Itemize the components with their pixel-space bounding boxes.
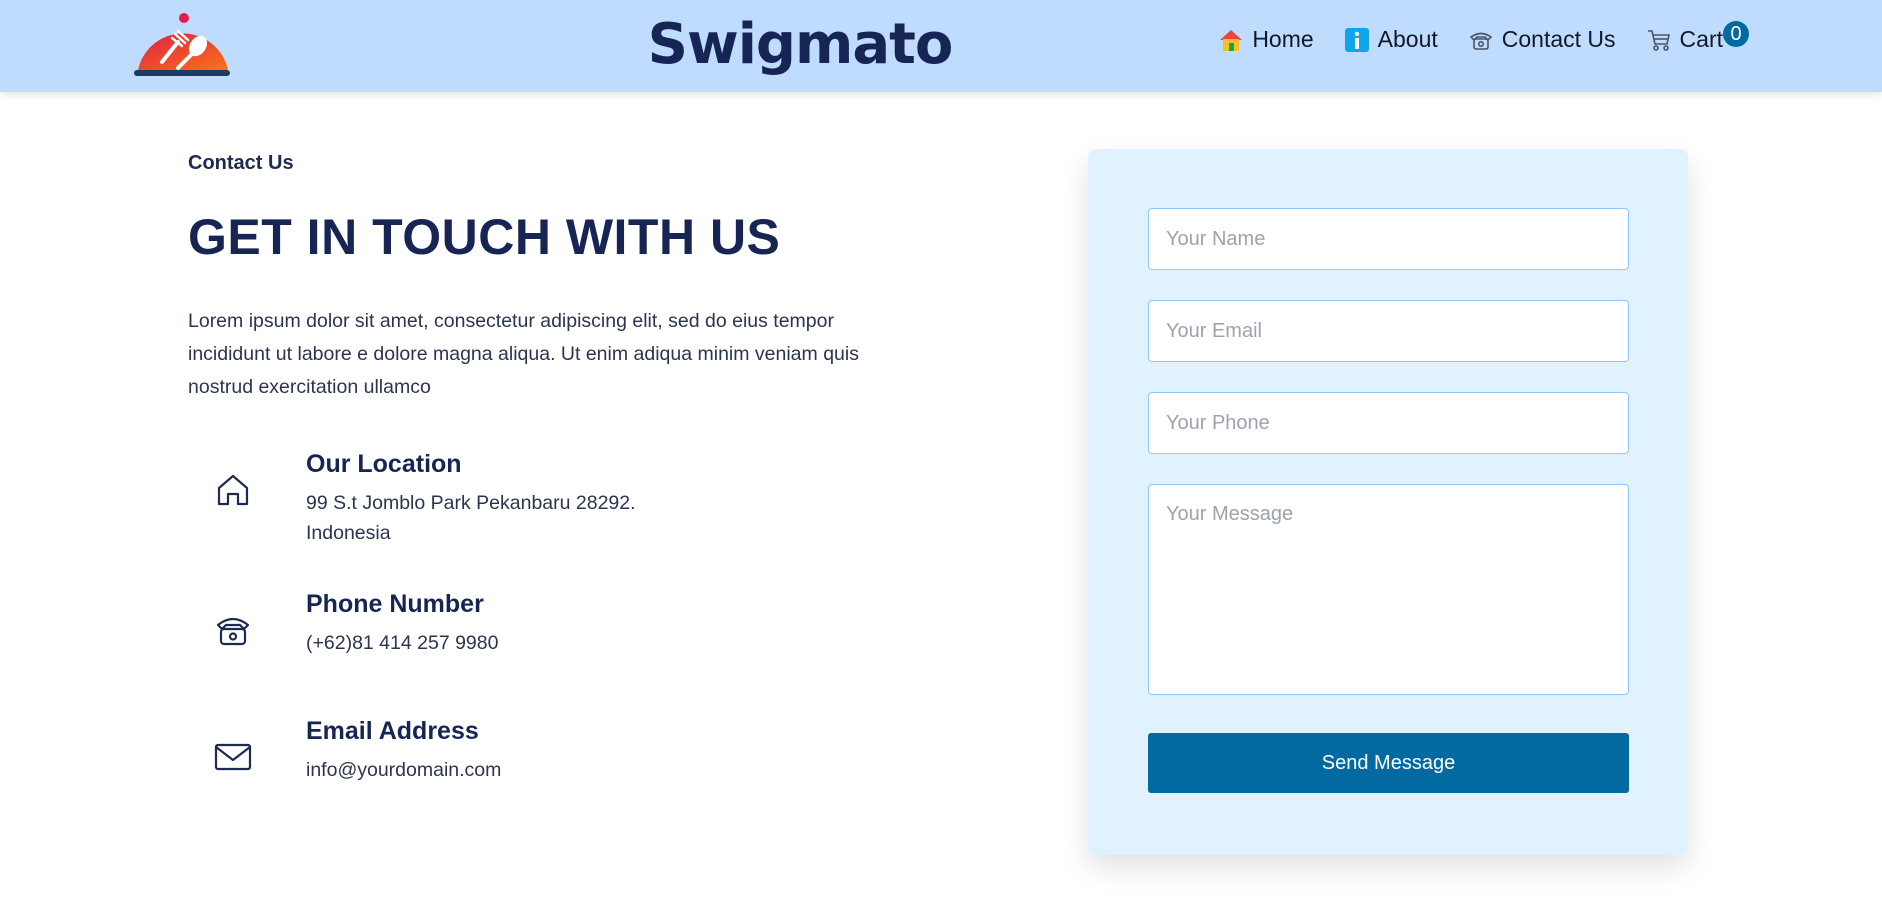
page-title: GET IN TOUCH WITH US — [188, 209, 781, 265]
telephone-icon — [216, 617, 250, 646]
nav-about[interactable]: About — [1344, 26, 1438, 53]
name-input[interactable] — [1148, 208, 1629, 270]
navbar: Swigmato Home About Contact Us Cart 0 — [0, 0, 1882, 92]
phone-title: Phone Number — [306, 590, 484, 618]
contact-form: Send Message — [1088, 149, 1688, 855]
nav-home[interactable]: Home — [1218, 26, 1314, 53]
address-line-1: 99 S.t Jomblo Park Pekanbaru 28292. — [306, 492, 636, 514]
email-input[interactable] — [1148, 300, 1629, 362]
nav-cart-label: Cart — [1679, 26, 1723, 52]
message-textarea[interactable] — [1148, 484, 1629, 695]
home-icon — [1220, 29, 1243, 51]
address-line-2: Indonesia — [306, 522, 391, 544]
house-icon — [217, 474, 249, 506]
location-address: 99 S.t Jomblo Park Pekanbaru 28292. Indo… — [306, 488, 636, 548]
nav-contact[interactable]: Contact Us — [1468, 26, 1616, 53]
envelope-icon — [214, 743, 252, 771]
section-eyebrow: Contact Us — [188, 152, 294, 174]
phone-value: (+62)81 414 257 9980 — [306, 632, 499, 654]
info-icon — [1344, 27, 1369, 52]
nav-about-label: About — [1377, 26, 1438, 52]
send-message-button[interactable]: Send Message — [1148, 733, 1629, 793]
shopping-cart-icon — [1647, 29, 1670, 51]
telephone-icon — [1469, 32, 1493, 50]
main-nav: Home About Contact Us Cart 0 — [1218, 21, 1749, 53]
phone-input[interactable] — [1148, 392, 1629, 454]
nav-cart[interactable]: Cart 0 — [1646, 21, 1749, 53]
cart-count-badge: 0 — [1723, 21, 1749, 47]
nav-contact-label: Contact Us — [1501, 26, 1616, 52]
nav-home-label: Home — [1252, 26, 1314, 52]
intro-text: Lorem ipsum dolor sit amet, consectetur … — [188, 310, 859, 398]
location-title: Our Location — [306, 450, 462, 478]
email-title: Email Address — [306, 717, 479, 745]
email-value: info@yourdomain.com — [306, 759, 502, 781]
